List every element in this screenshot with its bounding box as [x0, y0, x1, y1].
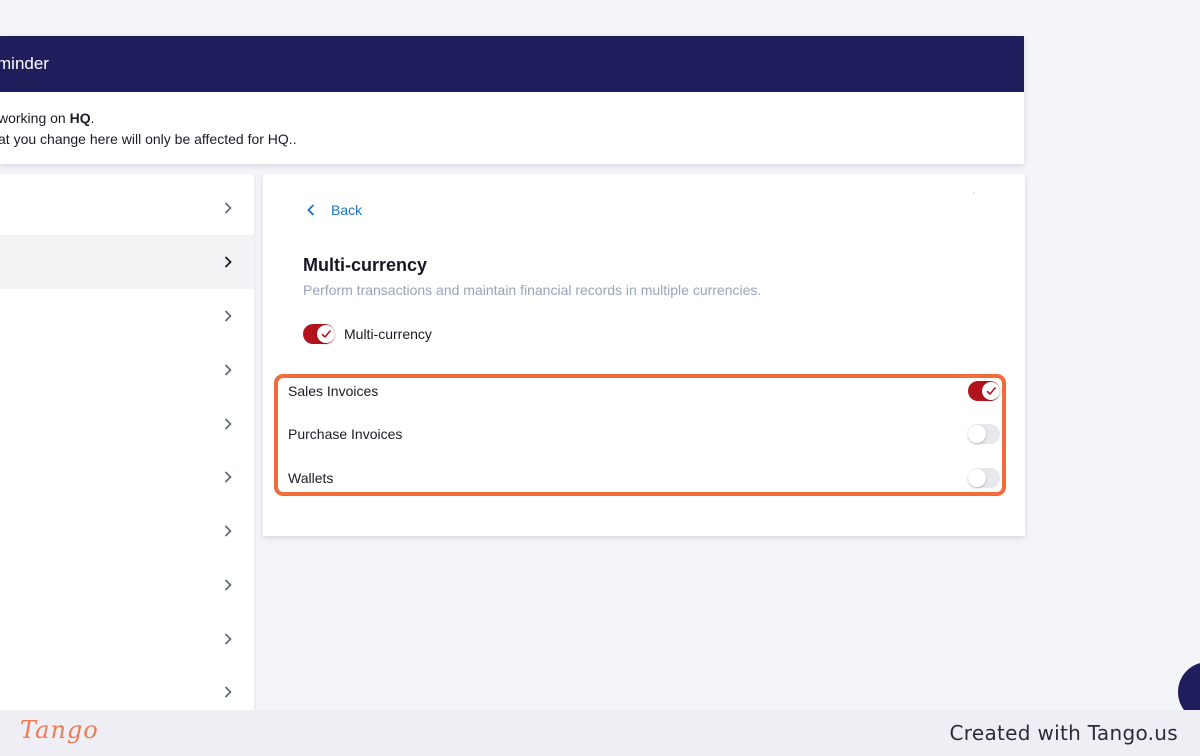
multi-currency-panel: Back Multi-currency Perform transactions… — [263, 174, 1025, 536]
check-icon — [982, 382, 1000, 400]
chevron-right-icon — [222, 363, 234, 377]
sidebar-item[interactable] — [0, 289, 254, 343]
multi-currency-toggle-label: Multi-currency — [344, 326, 432, 342]
card-dot — [973, 192, 975, 194]
chevron-right-icon — [222, 201, 234, 215]
sidebar-item[interactable] — [0, 612, 254, 666]
floating-action-button[interactable] — [1178, 662, 1200, 710]
chevron-right-icon — [222, 470, 234, 484]
option-label: Sales Invoices — [288, 383, 379, 399]
sidebar-item[interactable] — [0, 450, 254, 504]
sidebar-item-active[interactable] — [0, 235, 254, 289]
reminder-line-1: working on HQ. — [0, 108, 1022, 129]
back-link[interactable]: Back — [307, 202, 362, 218]
reminder-line-1-text: working on — [0, 110, 70, 126]
reminder-banner: minder working on HQ. at you change here… — [0, 36, 1024, 164]
purchase-invoices-toggle[interactable] — [968, 424, 1000, 444]
tango-footer: Tango Created with Tango.us — [0, 710, 1200, 756]
option-wallets: Wallets — [288, 466, 1000, 490]
page-description: Perform transactions and maintain financ… — [303, 282, 762, 298]
option-sales-invoices: Sales Invoices — [288, 379, 1000, 403]
wallets-toggle[interactable] — [968, 468, 1000, 488]
sidebar-item[interactable] — [0, 343, 254, 397]
app-frame: minder working on HQ. at you change here… — [0, 0, 1200, 710]
reminder-line-1-suffix: . — [90, 110, 95, 126]
option-label: Purchase Invoices — [288, 426, 403, 442]
reminder-entity: HQ — [69, 110, 91, 126]
toggle-knob — [968, 469, 986, 487]
page-title: Multi-currency — [303, 255, 428, 275]
sidebar-item[interactable] — [0, 397, 254, 451]
sidebar-item[interactable] — [0, 504, 254, 558]
chevron-right-icon — [222, 309, 234, 323]
back-label: Back — [331, 202, 363, 218]
sidebar-item[interactable] — [0, 665, 254, 710]
reminder-title: minder — [0, 36, 1024, 92]
multi-currency-toggle-row: Multi-currency — [303, 324, 432, 344]
check-icon — [317, 325, 335, 343]
sales-invoices-toggle[interactable] — [968, 381, 1000, 401]
tango-logo: Tango — [20, 716, 99, 744]
multi-currency-toggle[interactable] — [303, 324, 335, 344]
settings-sidebar — [0, 174, 254, 710]
tango-credit: Created with Tango.us — [949, 721, 1178, 745]
sidebar-item[interactable] — [0, 181, 254, 235]
chevron-right-icon — [222, 685, 234, 699]
reminder-body: working on HQ. at you change here will o… — [0, 92, 1024, 150]
sidebar-item[interactable] — [0, 558, 254, 612]
option-label: Wallets — [288, 470, 334, 486]
chevron-right-icon — [222, 578, 234, 592]
chevron-right-icon — [222, 417, 234, 431]
option-purchase-invoices: Purchase Invoices — [288, 422, 1000, 446]
reminder-line-2: at you change here will only be affected… — [0, 131, 297, 147]
chevron-left-icon — [307, 203, 321, 217]
chevron-right-icon — [222, 255, 234, 269]
chevron-right-icon — [222, 524, 234, 538]
chevron-right-icon — [222, 632, 234, 646]
toggle-knob — [968, 425, 986, 443]
